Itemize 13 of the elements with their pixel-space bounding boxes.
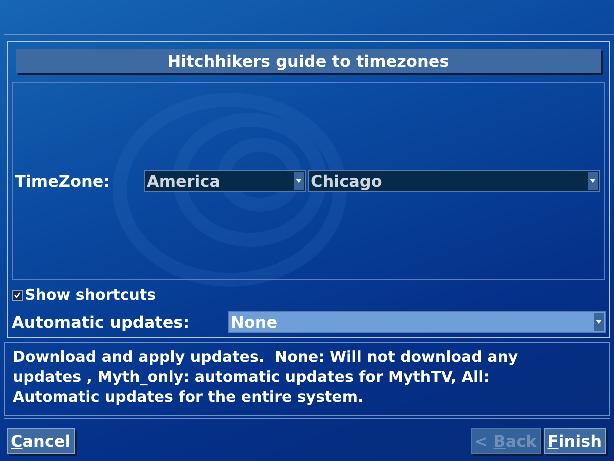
- wizard-button[interactable]: Cancel: [7, 428, 75, 454]
- checkbox-label: Show shortcuts: [25, 286, 156, 304]
- dialog-title: Hitchhikers guide to timezones: [16, 49, 601, 73]
- dropdown-arrow-icon: [596, 320, 602, 324]
- updates-label: Automatic updates:: [12, 312, 191, 332]
- dropdown-arrow-icon: [590, 179, 596, 183]
- wizard-button[interactable]: Finish: [544, 428, 606, 454]
- region-dropdown[interactable]: America: [144, 170, 306, 192]
- help-text: Download and apply updates. None: Will not download any updates , Myth_only: automatic updates for MythTV, All: Automatic updates for the entire system.: [4, 342, 610, 416]
- city-dropdown[interactable]: Chicago: [308, 170, 600, 192]
- shortcuts-checkbox[interactable]: [12, 290, 23, 300]
- dropdown-arrow-icon: [296, 179, 302, 183]
- timezone-label: TimeZone:: [15, 172, 112, 190]
